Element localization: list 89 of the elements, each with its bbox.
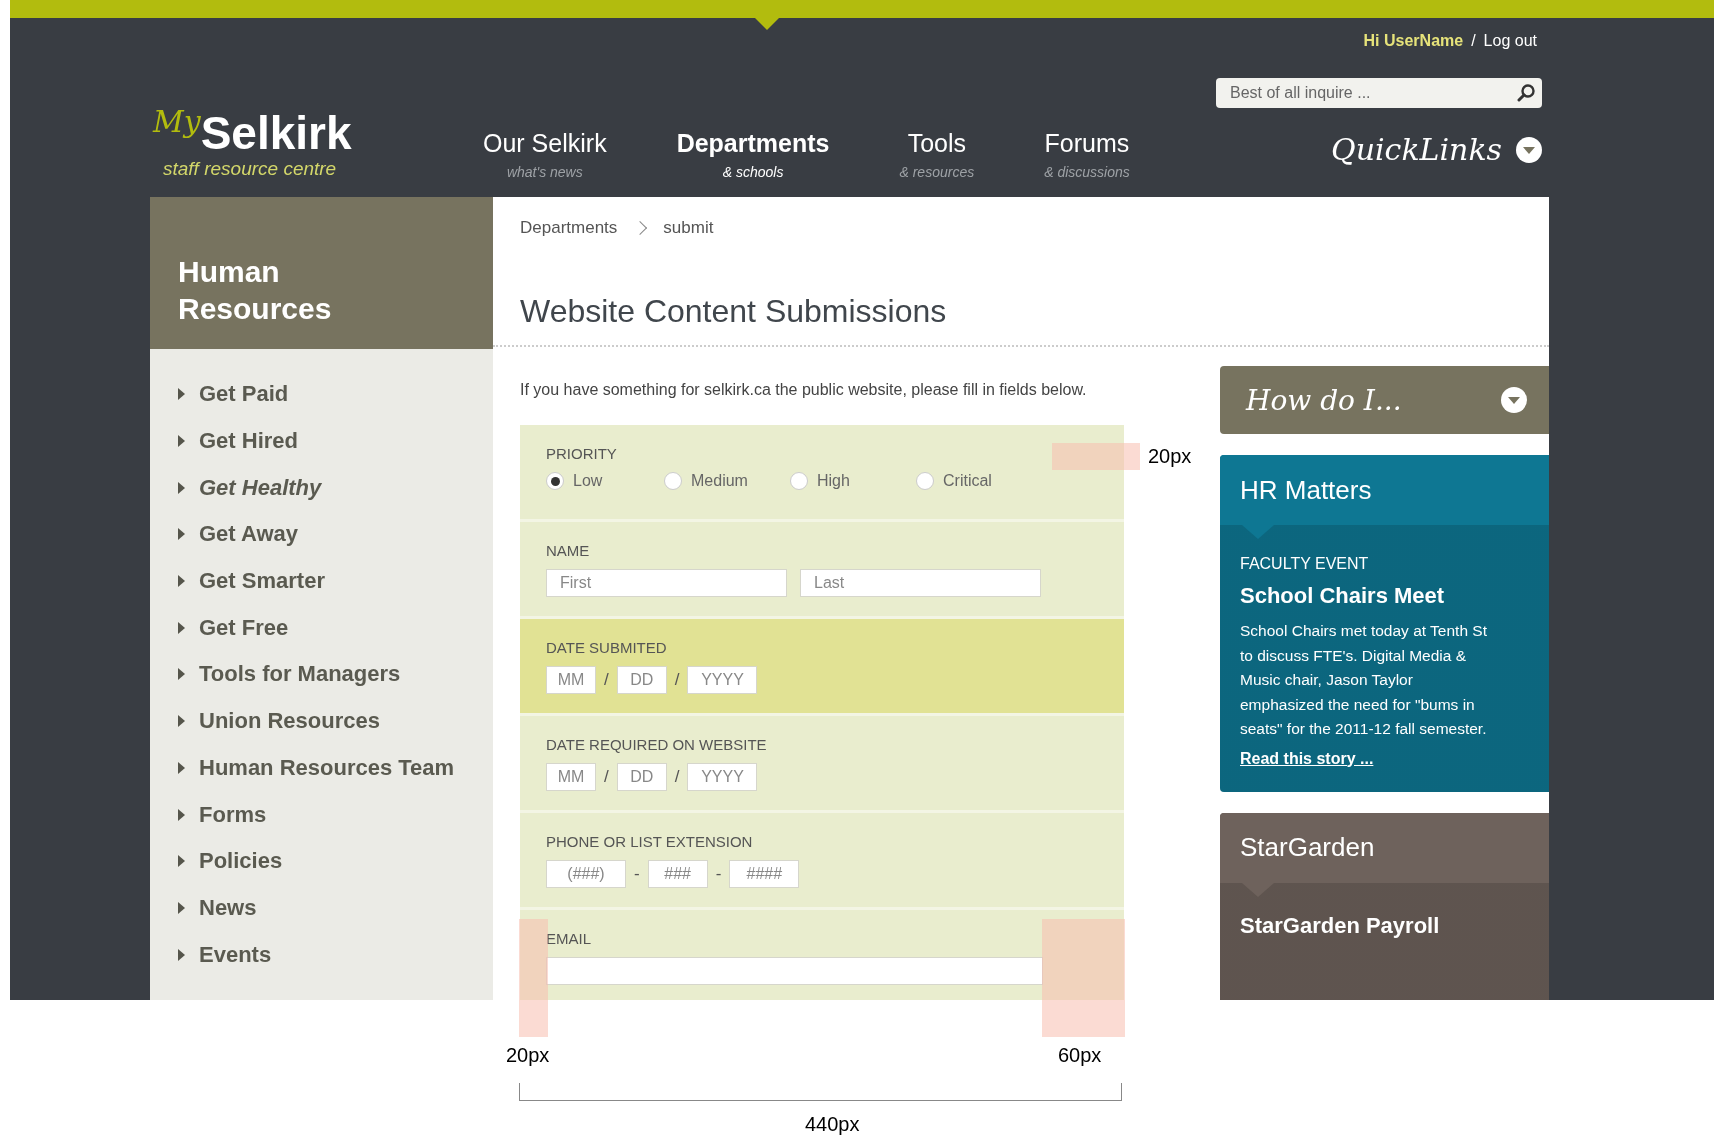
- nav-tab[interactable]: Departments & schools: [676, 129, 830, 180]
- quicklinks-label[interactable]: QuickLinks: [1331, 132, 1502, 167]
- sidebar-item[interactable]: News: [199, 894, 257, 921]
- section-title: Human Resources: [150, 197, 493, 349]
- logo-name[interactable]: Selkirk: [200, 110, 352, 156]
- field-label: EMAIL: [546, 930, 591, 947]
- radio-label[interactable]: Low: [573, 472, 603, 490]
- input-field[interactable]: YYYY: [687, 666, 758, 694]
- triangle-icon: [178, 621, 185, 634]
- card-headline: StarGarden Payroll: [1240, 912, 1441, 939]
- greeting-text: Hi UserName: [1363, 32, 1464, 51]
- search-icon[interactable]: [1516, 83, 1536, 103]
- triangle-icon: [178, 575, 185, 588]
- nav-tab[interactable]: Forums & discussions: [1044, 129, 1130, 180]
- how-do-i-label: How do I...: [1246, 383, 1402, 417]
- input-field[interactable]: MM: [546, 666, 596, 694]
- triangle-icon: [178, 948, 185, 961]
- logout-link[interactable]: Log out: [1483, 32, 1537, 56]
- triangle-icon: [178, 715, 185, 728]
- input-field[interactable]: First: [546, 569, 787, 597]
- field-label: PHONE OR LIST EXTENSION: [546, 833, 753, 850]
- triangle-icon: [178, 528, 185, 541]
- field-label: NAME: [546, 542, 590, 559]
- dropdown-caret-icon[interactable]: [1501, 387, 1527, 413]
- card-body-text: School Chairs met today at Tenth St to discuss FTE's. Digital Media & Music chair, Jason Taylor emphasized the need for "bums in seats" for the 2011-12 fall semester.: [1240, 621, 1488, 739]
- sidebar-item[interactable]: Events: [199, 941, 272, 968]
- radio-label[interactable]: High: [817, 472, 850, 490]
- separator-text: /: [674, 767, 680, 787]
- triangle-icon: [178, 808, 185, 821]
- read-more-link[interactable]: Read this story ...: [1240, 749, 1374, 768]
- separator-text: /: [674, 670, 680, 690]
- intro-text: If you have something for selkirk.ca the public website, please fill in fields below.: [520, 381, 1088, 399]
- sidebar-item[interactable]: Get Away: [199, 521, 299, 548]
- radio-label[interactable]: Critical: [943, 472, 992, 490]
- card-category: FACULTY EVENT: [1240, 555, 1369, 573]
- input-field[interactable]: DD: [616, 666, 667, 694]
- triangle-icon: [178, 435, 185, 448]
- triangle-icon: [178, 855, 185, 868]
- separator-text: /: [1471, 32, 1476, 51]
- separator-text: /: [604, 767, 609, 787]
- radio-button[interactable]: [790, 472, 808, 490]
- how-do-i-bar[interactable]: How do I...: [1220, 366, 1549, 434]
- input-field[interactable]: Last: [800, 569, 1041, 597]
- separator-text: -: [715, 864, 722, 884]
- field-label: PRIORITY: [546, 445, 617, 462]
- triangle-icon: [178, 481, 185, 494]
- sidebar-item[interactable]: Human Resources Team: [199, 754, 455, 781]
- triangle-icon: [178, 388, 185, 401]
- logo-prefix: My: [153, 104, 201, 139]
- dimension-label: 60px: [1058, 1044, 1102, 1067]
- sidebar-item[interactable]: Get Hired: [199, 428, 299, 455]
- sidebar-item[interactable]: Get Paid: [199, 381, 289, 408]
- triangle-icon: [178, 761, 185, 774]
- field-label: DATE SUBMITED: [546, 639, 667, 656]
- nav-tab[interactable]: Our Selkirk what's news: [483, 129, 607, 180]
- radio-button[interactable]: [546, 472, 564, 490]
- input-field[interactable]: DD: [616, 763, 667, 791]
- dimension-label: 20px: [506, 1044, 550, 1067]
- input-field[interactable]: (###): [546, 860, 626, 888]
- field-label: DATE REQUIRED ON WEBSITE: [546, 736, 767, 753]
- separator-text: /: [604, 670, 609, 690]
- breadcrumb-link[interactable]: Departments: [520, 218, 618, 238]
- input-field[interactable]: ####: [729, 860, 800, 888]
- radio-button[interactable]: [916, 472, 934, 490]
- nav-tab[interactable]: Tools & resources: [899, 129, 975, 180]
- email-field[interactable]: [546, 957, 1043, 985]
- dropdown-caret-icon[interactable]: [1516, 136, 1542, 163]
- triangle-icon: [178, 901, 185, 914]
- radio-button[interactable]: [664, 472, 682, 490]
- breadcrumb-link[interactable]: submit: [663, 218, 714, 238]
- triangle-icon: [178, 668, 185, 681]
- radio-label[interactable]: Medium: [691, 472, 748, 490]
- sidebar-item[interactable]: Get Healthy: [199, 474, 322, 501]
- sidebar-item[interactable]: Tools for Managers: [199, 661, 401, 688]
- input-field[interactable]: ###: [647, 860, 708, 888]
- logo-tagline: staff resource centre: [163, 158, 338, 180]
- card-headline: School Chairs Meet: [1240, 583, 1446, 609]
- separator-text: -: [634, 864, 640, 884]
- sidebar-item[interactable]: Policies: [199, 848, 283, 875]
- input-field[interactable]: MM: [546, 763, 596, 791]
- sidebar-item[interactable]: Union Resources: [199, 708, 380, 735]
- search-field[interactable]: Best of all inquire ...: [1216, 78, 1542, 108]
- dimension-label: 440px: [805, 1113, 860, 1136]
- page-title: Website Content Submissions: [520, 292, 947, 331]
- input-field[interactable]: YYYY: [687, 763, 758, 791]
- sidebar-item[interactable]: Get Free: [199, 614, 289, 641]
- sidebar-item[interactable]: Get Smarter: [199, 568, 325, 595]
- dimension-label: 20px: [1148, 445, 1192, 468]
- sidebar-item[interactable]: Forms: [199, 801, 267, 828]
